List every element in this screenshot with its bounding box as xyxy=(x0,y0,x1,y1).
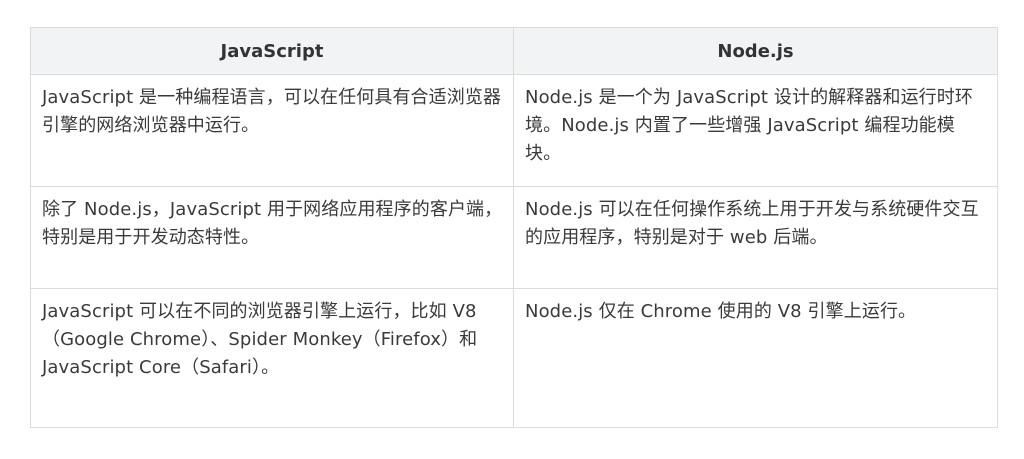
table-cell-nodejs: Node.js 可以在任何操作系统上用于开发与系统硬件交互的应用程序，特别是对于… xyxy=(513,186,998,289)
table-cell-javascript: 除了 Node.js，JavaScript 用于网络应用程序的客户端，特别是用于… xyxy=(30,186,514,289)
table-row: JavaScript 可以在不同的浏览器引擎上运行，比如 V8（Google C… xyxy=(30,288,998,428)
table-cell-nodejs: Node.js 仅在 Chrome 使用的 V8 引擎上运行。 xyxy=(513,288,998,428)
comparison-table: JavaScript Node.js JavaScript 是一种编程语言，可以… xyxy=(30,27,998,428)
table-cell-javascript: JavaScript 可以在不同的浏览器引擎上运行，比如 V8（Google C… xyxy=(30,288,514,428)
table-row: 除了 Node.js，JavaScript 用于网络应用程序的客户端，特别是用于… xyxy=(30,186,998,289)
header-nodejs: Node.js xyxy=(513,27,998,75)
table-cell-javascript: JavaScript 是一种编程语言，可以在任何具有合适浏览器引擎的网络浏览器中… xyxy=(30,74,514,187)
table-row: JavaScript 是一种编程语言，可以在任何具有合适浏览器引擎的网络浏览器中… xyxy=(30,74,998,187)
header-row: JavaScript Node.js xyxy=(30,27,998,75)
table-cell-nodejs: Node.js 是一个为 JavaScript 设计的解释器和运行时环境。Nod… xyxy=(513,74,998,187)
header-javascript: JavaScript xyxy=(30,27,514,75)
